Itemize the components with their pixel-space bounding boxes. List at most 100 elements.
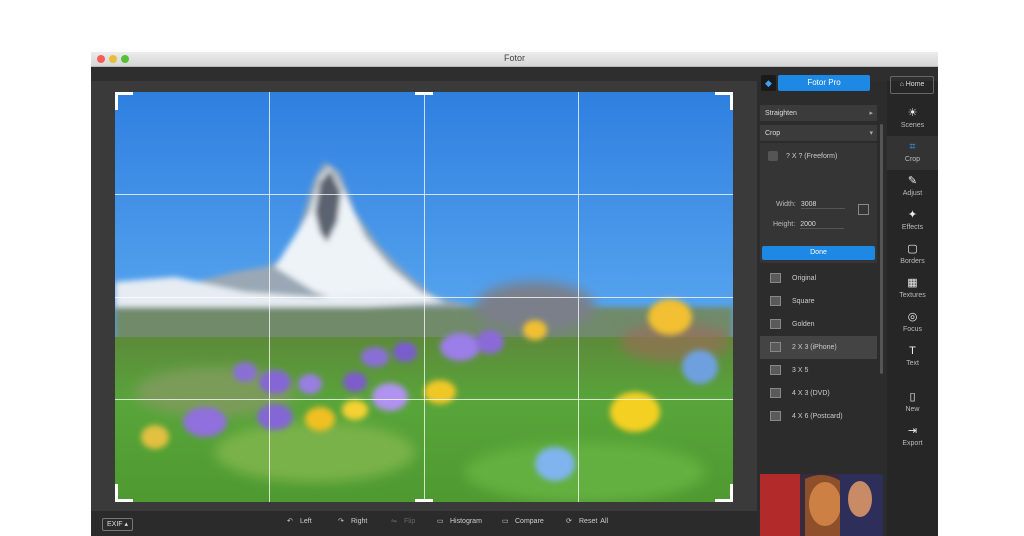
ratio-label: 2 X 3 (iPhone): [792, 344, 837, 351]
home-button[interactable]: ⌂ Home: [890, 76, 934, 94]
panel-scrollbar[interactable]: [880, 124, 883, 374]
ratio-original[interactable]: Original: [760, 267, 877, 290]
ratio-label: Square: [792, 298, 815, 305]
rotate-right-button[interactable]: ↷ Right: [338, 517, 367, 526]
window-title: Fotor: [503, 53, 525, 63]
done-button[interactable]: Done: [762, 246, 875, 260]
checker-icon: ▦: [907, 277, 918, 289]
photo-canvas: [91, 81, 757, 511]
crop-handle-top-right[interactable]: [730, 92, 733, 110]
crop-handle-top[interactable]: [415, 92, 433, 95]
tool-borders[interactable]: ▢ Borders: [887, 238, 938, 272]
crop-icon: ⌗: [909, 141, 916, 153]
tool-label: Crop: [904, 156, 921, 163]
tool-focus[interactable]: ◎ Focus: [887, 306, 938, 340]
all-label: All: [600, 517, 609, 525]
tool-scenes[interactable]: ☀ Scenes: [887, 102, 938, 136]
crop-handle-bottom-right[interactable]: [730, 484, 733, 502]
sun-icon: ☀: [907, 107, 918, 119]
compare-button[interactable]: ▭ Compare: [502, 517, 544, 526]
crop-label: Crop: [765, 130, 781, 137]
crop-panel: ◆ Fotor Pro Straighten ▸ Crop ▾ ? X ? (F…: [757, 75, 887, 536]
height-input[interactable]: 2000: [800, 221, 845, 229]
tool-new[interactable]: ▯ New: [887, 386, 938, 420]
fotor-pro-button[interactable]: Fotor Pro: [778, 75, 870, 91]
height-field[interactable]: Height: 2000: [773, 221, 845, 229]
home-label: Home: [905, 81, 925, 88]
tool-text[interactable]: T Text: [887, 340, 938, 374]
ratio-3x5[interactable]: 3 X 5: [760, 359, 877, 382]
tool-crop[interactable]: ⌗ Crop: [887, 136, 938, 170]
sparkle-icon: ✦: [907, 209, 918, 221]
width-input[interactable]: 3008: [800, 201, 845, 209]
ratio-4x6[interactable]: 4 X 6 (Postcard): [760, 405, 877, 428]
ratio-label: 4 X 3 (DVD): [792, 390, 830, 397]
hand-icon: [768, 151, 778, 161]
tool-label: Export: [902, 440, 923, 447]
grid-line: [115, 399, 733, 400]
width-label: Width:: [776, 201, 796, 208]
crop-grid-overlay[interactable]: [115, 92, 733, 502]
crop-section-header[interactable]: Crop ▾: [760, 125, 877, 142]
tool-export[interactable]: ⇥ Export: [887, 420, 938, 454]
compare-icon: ▭: [502, 518, 509, 525]
height-label: Height:: [773, 221, 796, 228]
rotate-left-label: Left: [300, 517, 312, 525]
pencil-icon: ✎: [907, 175, 918, 187]
rotate-right-icon: ↷: [338, 518, 344, 525]
ratio-label: Original: [792, 275, 817, 282]
crop-options: ? X ? (Freeform) Width: 3008 Height: 2000: [760, 143, 877, 263]
chevron-down-icon: ▾: [869, 130, 873, 137]
chevron-down-icon: ▸: [869, 110, 873, 117]
ratio-icon: [770, 319, 781, 329]
exif-label: EXIF: [107, 521, 123, 528]
histogram-label: Histogram: [450, 517, 482, 525]
tool-label: Textures: [899, 292, 926, 299]
ratio-icon: [770, 342, 781, 352]
title-bar: Fotor: [91, 52, 938, 67]
ratio-icon: [770, 365, 781, 375]
histogram-icon: ▭: [437, 518, 444, 525]
tool-label: Borders: [900, 258, 925, 265]
ratio-4x3[interactable]: 4 X 3 (DVD): [760, 382, 877, 405]
ratio-2x3[interactable]: 2 X 3 (iPhone): [760, 336, 877, 359]
straighten-label: Straighten: [765, 110, 797, 117]
histogram-button[interactable]: ▭ Histogram: [437, 517, 482, 526]
grid-line: [115, 194, 733, 195]
bottom-toolbar: EXIF ▴ ↶ Left ↷ Right ⇋ Flip ▭ Histogram…: [91, 511, 757, 536]
tool-adjust[interactable]: ✎ Adjust: [887, 170, 938, 204]
promo-thumbnail[interactable]: [760, 474, 883, 536]
ratio-square[interactable]: Square: [760, 290, 877, 313]
border-icon: ▢: [907, 243, 918, 255]
reset-label: Reset: [579, 517, 598, 525]
diamond-icon: ◆: [761, 75, 776, 91]
tool-textures[interactable]: ▦ Textures: [887, 272, 938, 306]
grid-line: [115, 297, 733, 298]
freeform-option[interactable]: ? X ? (Freeform): [768, 151, 837, 161]
reset-icon: ⟳: [566, 518, 572, 525]
crop-handle-bottom-left[interactable]: [115, 484, 118, 502]
tool-label: Text: [906, 360, 919, 367]
rotate-left-icon: ↶: [287, 518, 293, 525]
flip-button[interactable]: ⇋ Flip: [391, 517, 416, 526]
reset-all-button[interactable]: ⟳ Reset All: [566, 517, 609, 526]
rotate-left-button[interactable]: ↶ Left: [287, 517, 312, 526]
focus-icon: ◎: [907, 311, 918, 323]
flip-label: Flip: [404, 517, 416, 525]
ratio-label: 3 X 5: [792, 367, 809, 374]
tool-label: Adjust: [902, 190, 923, 197]
crop-handle-bottom[interactable]: [415, 499, 433, 502]
photo-image[interactable]: [115, 92, 733, 502]
tool-effects[interactable]: ✦ Effects: [887, 204, 938, 238]
ratio-label: Golden: [792, 321, 815, 328]
straighten-section-header[interactable]: Straighten ▸: [760, 105, 877, 122]
width-field[interactable]: Width: 3008: [776, 201, 845, 209]
aspect-lock-icon[interactable]: [858, 204, 869, 215]
tool-label: New: [905, 406, 920, 413]
ratio-icon: [770, 273, 781, 283]
text-icon: T: [909, 345, 916, 357]
ratio-golden[interactable]: Golden: [760, 313, 877, 336]
ratio-icon: [770, 296, 781, 306]
crop-handle-top-left[interactable]: [115, 92, 118, 110]
exif-button[interactable]: EXIF ▴: [102, 518, 134, 531]
